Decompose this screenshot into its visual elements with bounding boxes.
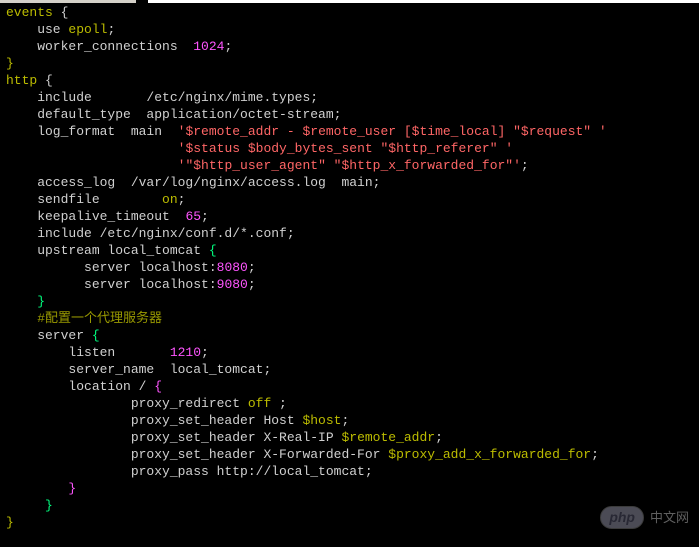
text: keepalive_timeout xyxy=(6,209,185,224)
watermark-text: 中文网 xyxy=(650,509,689,526)
semi: ; xyxy=(201,345,209,360)
semi: ; xyxy=(271,396,287,411)
keyword: http xyxy=(6,73,37,88)
variable: $host xyxy=(302,413,341,428)
top-tab-area xyxy=(0,0,136,3)
text: server localhost: xyxy=(6,260,217,275)
text: location / xyxy=(6,379,154,394)
text: proxy_set_header X-Forwarded-For xyxy=(6,447,388,462)
number: 8080 xyxy=(217,260,248,275)
string: '$remote_addr - $remote_user [$time_loca… xyxy=(178,124,607,139)
text: proxy_pass http://local_tomcat; xyxy=(6,464,373,479)
text: server localhost: xyxy=(6,277,217,292)
text xyxy=(6,141,178,156)
text: proxy_set_header X-Real-IP xyxy=(6,430,341,445)
semi: ; xyxy=(224,39,232,54)
semi: ; xyxy=(591,447,599,462)
brace: } xyxy=(6,515,14,530)
text: listen xyxy=(6,345,170,360)
semi: ; xyxy=(435,430,443,445)
brace: { xyxy=(92,328,100,343)
text: sendfile xyxy=(6,192,162,207)
php-badge-icon: php xyxy=(600,506,644,529)
brace: } xyxy=(6,294,45,309)
variable: $proxy_add_x_forwarded_for xyxy=(388,447,591,462)
brace: { xyxy=(154,379,162,394)
variable: $remote_addr xyxy=(341,430,435,445)
semi: ; xyxy=(341,413,349,428)
keyword: events xyxy=(6,5,53,20)
text: proxy_redirect xyxy=(6,396,248,411)
text: include /etc/nginx/mime.types; xyxy=(6,90,318,105)
brace: { xyxy=(53,5,69,20)
text: default_type application/octet-stream; xyxy=(6,107,341,122)
text: use xyxy=(6,22,68,37)
semi: ; xyxy=(248,277,256,292)
terminal-content[interactable]: events { use epoll; worker_connections 1… xyxy=(0,0,699,535)
brace: { xyxy=(209,243,217,258)
semi: ; xyxy=(178,192,186,207)
text: access_log /var/log/nginx/access.log mai… xyxy=(6,175,380,190)
text: worker_connections xyxy=(6,39,193,54)
brace: } xyxy=(6,481,76,496)
watermark: php 中文网 xyxy=(600,506,689,529)
text: server xyxy=(6,328,92,343)
number: 1210 xyxy=(170,345,201,360)
top-divider xyxy=(148,0,699,3)
brace: } xyxy=(6,56,14,71)
string: '"$http_user_agent" "$http_x_forwarded_f… xyxy=(178,158,521,173)
number: 1024 xyxy=(193,39,224,54)
comment: #配置一个代理服务器 xyxy=(6,311,162,326)
semi: ; xyxy=(107,22,115,37)
text: upstream local_tomcat xyxy=(6,243,209,258)
text: include /etc/nginx/conf.d/*.conf; xyxy=(6,226,295,241)
number: 65 xyxy=(185,209,201,224)
value: off xyxy=(248,396,271,411)
brace: } xyxy=(6,498,53,513)
semi: ; xyxy=(248,260,256,275)
number: 9080 xyxy=(217,277,248,292)
text: server_name local_tomcat; xyxy=(6,362,271,377)
text xyxy=(6,158,178,173)
semi: ; xyxy=(521,158,529,173)
value: on xyxy=(162,192,178,207)
text: proxy_set_header Host xyxy=(6,413,302,428)
semi: ; xyxy=(201,209,209,224)
brace: { xyxy=(37,73,53,88)
text: log_format main xyxy=(6,124,178,139)
string: '$status $body_bytes_sent "$http_referer… xyxy=(178,141,513,156)
value: epoll xyxy=(68,22,107,37)
